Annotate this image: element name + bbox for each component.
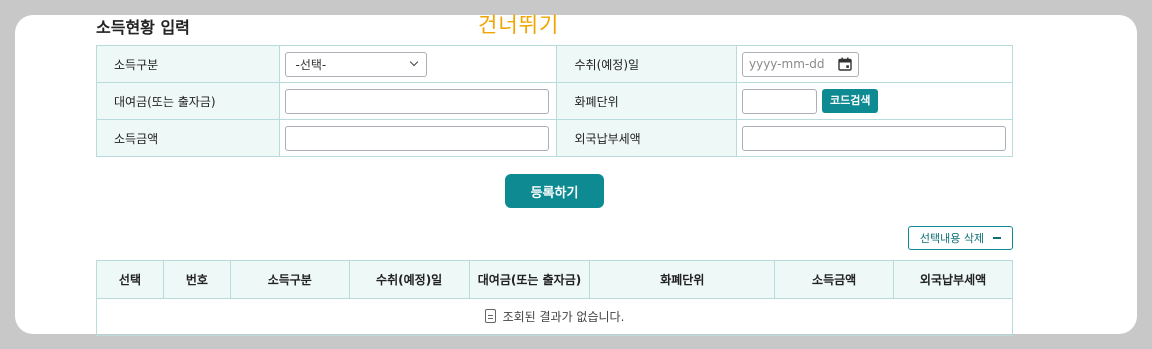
income-amount-label: 소득금액 [96,119,280,157]
income-type-select[interactable]: -선택- [284,51,427,77]
form-row-3: 소득금액 외국납부세액 [96,119,1014,157]
table-empty-row: 조회된 결과가 없습니다. [96,298,1013,336]
foreign-tax-input[interactable] [741,125,1006,151]
column-header-loan: 대여금(또는 출자금) [468,260,591,299]
currency-cell: 코드검색 [735,82,1014,120]
minus-icon [993,237,1002,239]
receipt-date-placeholder: yyyy-mm-dd [748,57,825,71]
empty-cell: 조회된 결과가 없습니다. [96,298,1013,336]
income-table: 선택 번호 소득구분 수취(예정)일 대여금(또는 출자금) 화폐단위 소득금액… [96,260,1013,336]
income-form: 소득구분 -선택- 수취(예정)일 yyyy-mm-dd 대여금(또는 출자금) [96,45,1014,157]
currency-row: 코드검색 [741,88,1007,114]
document-icon [484,309,496,324]
currency-input[interactable] [741,88,817,114]
delete-selected-label: 선택내용 삭제 [919,232,985,245]
foreign-tax-label: 외국납부세액 [556,119,737,157]
income-type-cell: -선택- [278,45,558,83]
column-header-foreign-tax: 외국납부세액 [893,260,1013,299]
calendar-icon[interactable] [838,57,852,71]
column-header-currency: 화폐단위 [589,260,776,299]
chevron-down-icon [409,57,418,67]
column-header-number: 번호 [162,260,231,299]
receipt-date-input[interactable]: yyyy-mm-dd [741,51,859,77]
income-amount-cell [278,119,558,157]
column-header-receipt-date: 수취(예정)일 [348,260,470,299]
delete-selected-button[interactable]: 선택내용 삭제 [908,226,1013,250]
column-header-select: 선택 [96,260,164,299]
income-type-label: 소득구분 [96,45,280,83]
column-header-income-type: 소득구분 [229,260,350,299]
income-amount-input[interactable] [284,125,549,151]
code-search-button[interactable]: 코드검색 [821,89,879,113]
register-button[interactable]: 등록하기 [505,174,604,208]
loan-input[interactable] [284,88,549,114]
empty-message: 조회된 결과가 없습니다. [502,309,625,324]
table-header-row: 선택 번호 소득구분 수취(예정)일 대여금(또는 출자금) 화폐단위 소득금액… [96,260,1013,299]
foreign-tax-cell [735,119,1014,157]
receipt-date-label: 수취(예정)일 [556,45,737,83]
loan-label: 대여금(또는 출자금) [96,82,280,120]
column-header-income-amount: 소득금액 [774,260,895,299]
section-title: 소득현황 입력 [96,18,190,37]
receipt-date-cell: yyyy-mm-dd [735,45,1014,83]
loan-cell [278,82,558,120]
currency-label: 화폐단위 [556,82,737,120]
skip-link[interactable]: 건너뛰기 [478,9,559,39]
form-row-1: 소득구분 -선택- 수취(예정)일 yyyy-mm-dd [96,45,1014,83]
form-row-2: 대여금(또는 출자금) 화폐단위 코드검색 [96,82,1014,120]
income-type-value: -선택- [295,57,327,72]
empty-state: 조회된 결과가 없습니다. [484,308,625,325]
